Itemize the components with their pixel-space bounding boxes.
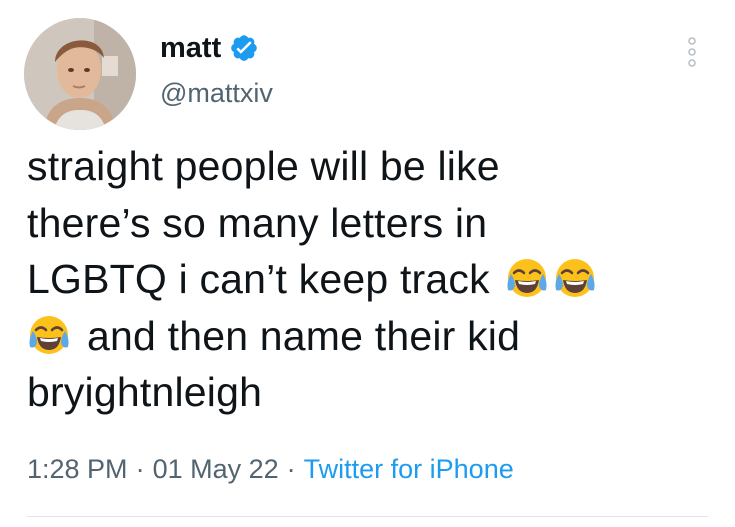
face-with-tears-of-joy-icon (553, 256, 597, 300)
verified-badge-icon (229, 33, 259, 63)
more-options-icon[interactable] (680, 34, 704, 70)
tweet-line: LGBTQ i can’t keep track (27, 251, 717, 308)
divider (27, 516, 708, 517)
avatar[interactable] (24, 18, 136, 130)
tweet-line: there’s so many letters in (27, 199, 488, 246)
meta-separator: · (135, 454, 145, 484)
tweet-time[interactable]: 1:28 PM (27, 454, 128, 484)
meta-separator: · (286, 454, 296, 484)
tweet-source-link[interactable]: Twitter for iPhone (304, 454, 514, 484)
tweet-line: bryightnleigh (27, 369, 263, 415)
face-with-tears-of-joy-icon (27, 313, 71, 357)
display-name[interactable]: matt (160, 33, 221, 63)
tweet-card: matt @mattxiv straight people will be li… (0, 0, 735, 527)
user-handle[interactable]: @mattxiv (160, 80, 273, 107)
display-name-row: matt (160, 28, 259, 68)
tweet-metadata: 1:28 PM · 01 May 22 · Twitter for iPhone (27, 456, 514, 483)
tweet-text: straight people will be like there’s so … (27, 138, 717, 421)
avatar-photo (24, 18, 136, 130)
tweet-line-text: LGBTQ i can’t keep track (27, 256, 490, 302)
tweet-line: and then name their kid (27, 308, 717, 365)
tweet-line: straight people will be like (27, 143, 500, 189)
tweet-line-text: and then name their kid (87, 312, 521, 359)
face-with-tears-of-joy-icon (505, 256, 549, 300)
tweet-date[interactable]: 01 May 22 (153, 454, 279, 484)
